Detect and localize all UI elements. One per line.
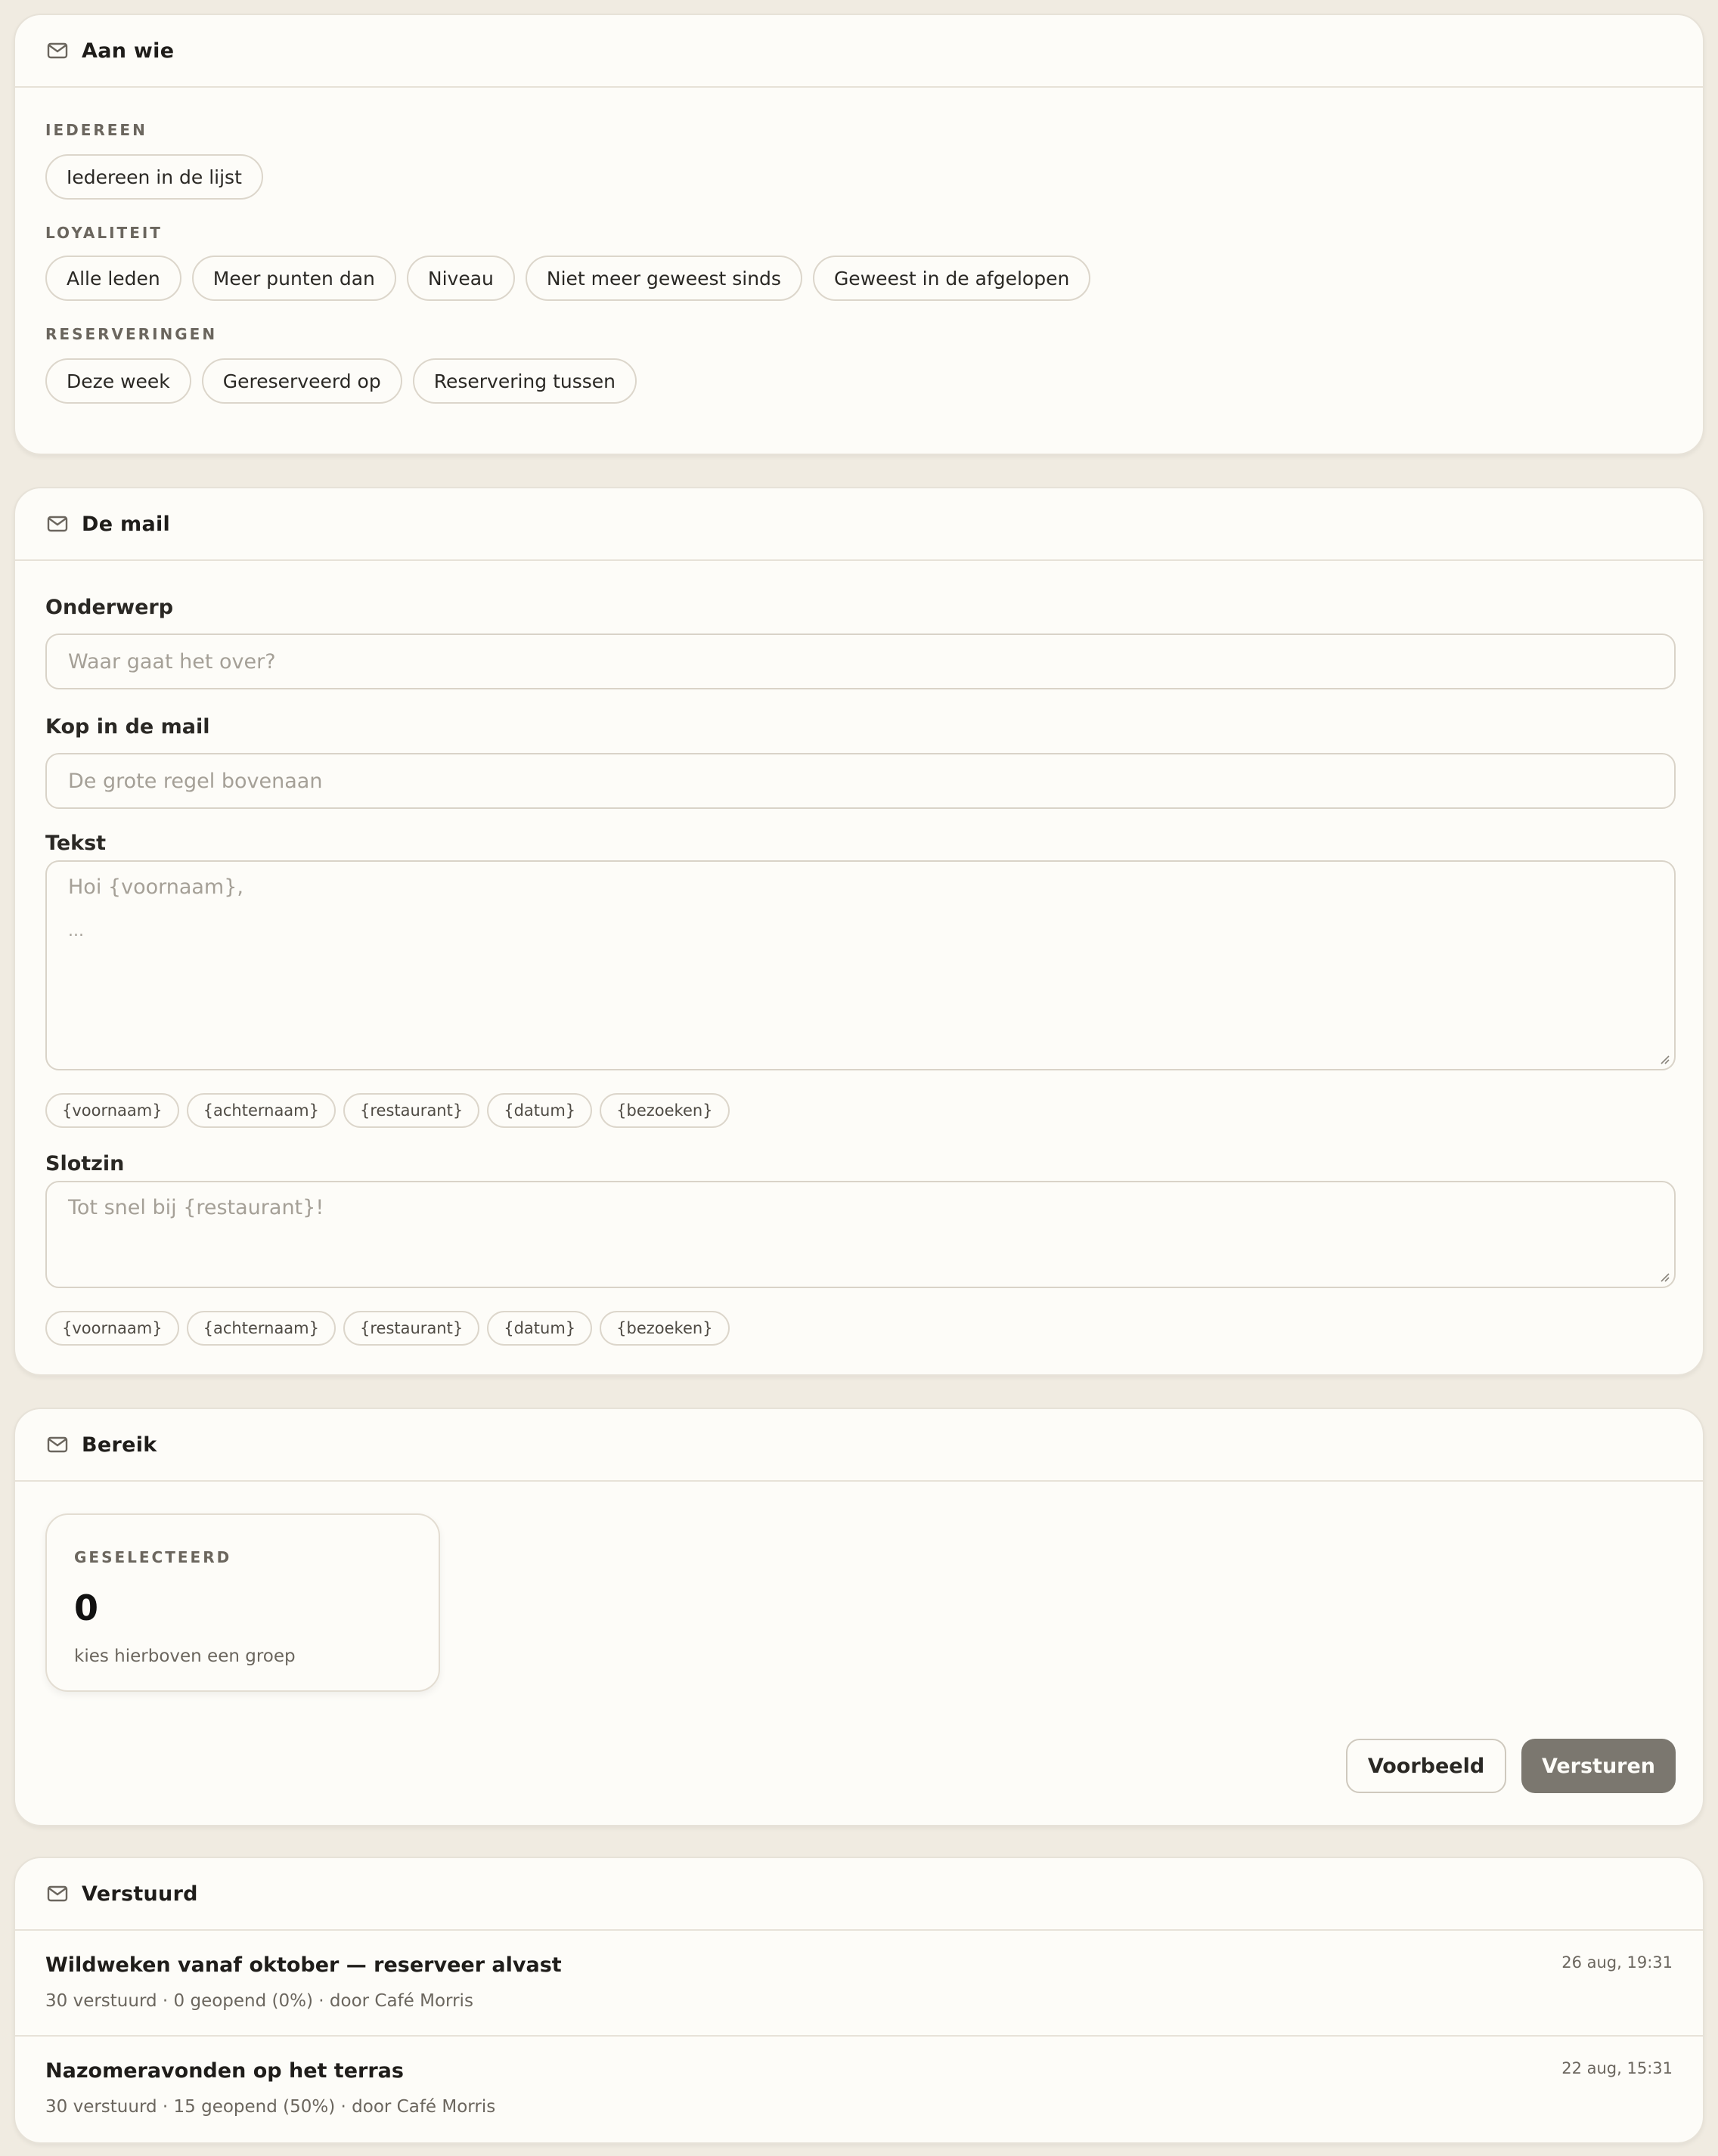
body-placeholder-line1: Hoi {voornaam}, <box>68 875 243 899</box>
closing-token-row: {voornaam} {achternaam} {restaurant} {da… <box>45 1311 730 1346</box>
token-voornaam[interactable]: {voornaam} <box>45 1311 179 1346</box>
chip-row-loyalty: Alle leden Meer punten dan Niveau Niet m… <box>45 256 1091 301</box>
token-achternaam[interactable]: {achternaam} <box>186 1093 336 1128</box>
group-label-everyone: IEDEREEN <box>45 121 147 139</box>
sent-card-header: Verstuurd <box>15 1858 1703 1931</box>
token-bezoeken[interactable]: {bezoeken} <box>600 1311 730 1346</box>
chip-more-points-than[interactable]: Meer punten dan <box>191 256 396 301</box>
audience-title: Aan wie <box>82 39 175 63</box>
token-restaurant[interactable]: {restaurant} <box>343 1093 480 1128</box>
audience-card: Aan wie IEDEREEN Iedereen in de lijst LO… <box>14 14 1704 455</box>
token-datum[interactable]: {datum} <box>487 1093 593 1128</box>
stat-value: 0 <box>74 1588 99 1628</box>
chip-row-reservations: Deze week Gereserveerd op Reservering tu… <box>45 358 637 404</box>
reach-card-header: Bereik <box>15 1409 1703 1482</box>
chip-row-everyone: Iedereen in de lijst <box>45 154 263 200</box>
audience-card-header: Aan wie <box>15 15 1703 88</box>
subject-input[interactable]: Waar gaat het over? <box>45 633 1676 689</box>
token-bezoeken[interactable]: {bezoeken} <box>600 1093 730 1128</box>
subject-label: Onderwerp <box>45 596 174 619</box>
chip-not-visited-since[interactable]: Niet meer geweest sinds <box>525 256 802 301</box>
preview-button[interactable]: Voorbeeld <box>1346 1739 1506 1793</box>
chip-level[interactable]: Niveau <box>406 256 515 301</box>
sent-item-date: 22 aug, 15:31 <box>1561 2059 1673 2077</box>
selected-count-box: GESELECTEERD 0 kies hierboven een groep <box>45 1513 440 1692</box>
subject-placeholder: Waar gaat het over? <box>68 649 276 674</box>
resize-handle-icon[interactable] <box>1658 1052 1670 1064</box>
chip-everyone-in-list[interactable]: Iedereen in de lijst <box>45 154 263 200</box>
heading-input[interactable]: De grote regel bovenaan <box>45 753 1676 809</box>
mail-icon <box>47 42 68 59</box>
group-label-reservations: RESERVERINGEN <box>45 325 218 343</box>
chip-visited-in-last[interactable]: Geweest in de afgelopen <box>812 256 1091 301</box>
sent-item-title: Nazomeravonden op het terras <box>45 2059 404 2083</box>
stat-hint: kies hierboven een groep <box>74 1646 296 1666</box>
body-textarea[interactable]: Hoi {voornaam}, ... <box>45 860 1676 1070</box>
stat-label: GESELECTEERD <box>74 1548 232 1566</box>
sent-list-item[interactable]: Nazomeravonden op het terras 30 verstuur… <box>15 2037 1703 2142</box>
sent-item-meta: 30 verstuurd · 0 geopend (0%) · door Caf… <box>45 1991 473 2011</box>
closing-label: Slotzin <box>45 1152 125 1176</box>
sent-item-meta: 30 verstuurd · 15 geopend (50%) · door C… <box>45 2097 496 2117</box>
closing-placeholder: Tot snel bij {restaurant}! <box>68 1196 324 1219</box>
mail-card-header: De mail <box>15 488 1703 561</box>
body-token-row: {voornaam} {achternaam} {restaurant} {da… <box>45 1093 730 1128</box>
resize-handle-icon[interactable] <box>1658 1270 1670 1282</box>
mail-icon <box>47 1436 68 1453</box>
sent-list-item[interactable]: Wildweken vanaf oktober — reserveer alva… <box>15 1931 1703 2037</box>
reach-title: Bereik <box>82 1433 157 1457</box>
closing-textarea[interactable]: Tot snel bij {restaurant}! <box>45 1181 1676 1288</box>
token-voornaam[interactable]: {voornaam} <box>45 1093 179 1128</box>
mail-icon <box>47 1885 68 1902</box>
chip-this-week[interactable]: Deze week <box>45 358 191 404</box>
token-restaurant[interactable]: {restaurant} <box>343 1311 480 1346</box>
sent-item-title: Wildweken vanaf oktober — reserveer alva… <box>45 1953 562 1977</box>
send-button[interactable]: Versturen <box>1521 1739 1676 1793</box>
mail-icon <box>47 516 68 532</box>
mail-card: De mail Onderwerp Waar gaat het over? Ko… <box>14 487 1704 1376</box>
body-placeholder-line2: ... <box>68 922 84 940</box>
group-label-loyalty: LOYALITEIT <box>45 224 163 242</box>
token-achternaam[interactable]: {achternaam} <box>186 1311 336 1346</box>
reach-card: Bereik GESELECTEERD 0 kies hierboven een… <box>14 1408 1704 1826</box>
sent-title: Verstuurd <box>82 1882 198 1906</box>
body-label: Tekst <box>45 832 107 855</box>
token-datum[interactable]: {datum} <box>487 1311 593 1346</box>
sent-item-date: 26 aug, 19:31 <box>1561 1953 1673 1972</box>
chip-reserved-on[interactable]: Gereserveerd op <box>201 358 402 404</box>
heading-label: Kop in de mail <box>45 715 210 739</box>
mail-title: De mail <box>82 512 171 536</box>
chip-all-members[interactable]: Alle leden <box>45 256 181 301</box>
heading-placeholder: De grote regel bovenaan <box>68 769 323 793</box>
sent-card: Verstuurd Wildweken vanaf oktober — rese… <box>14 1857 1704 2144</box>
chip-reservation-between[interactable]: Reservering tussen <box>412 358 637 404</box>
